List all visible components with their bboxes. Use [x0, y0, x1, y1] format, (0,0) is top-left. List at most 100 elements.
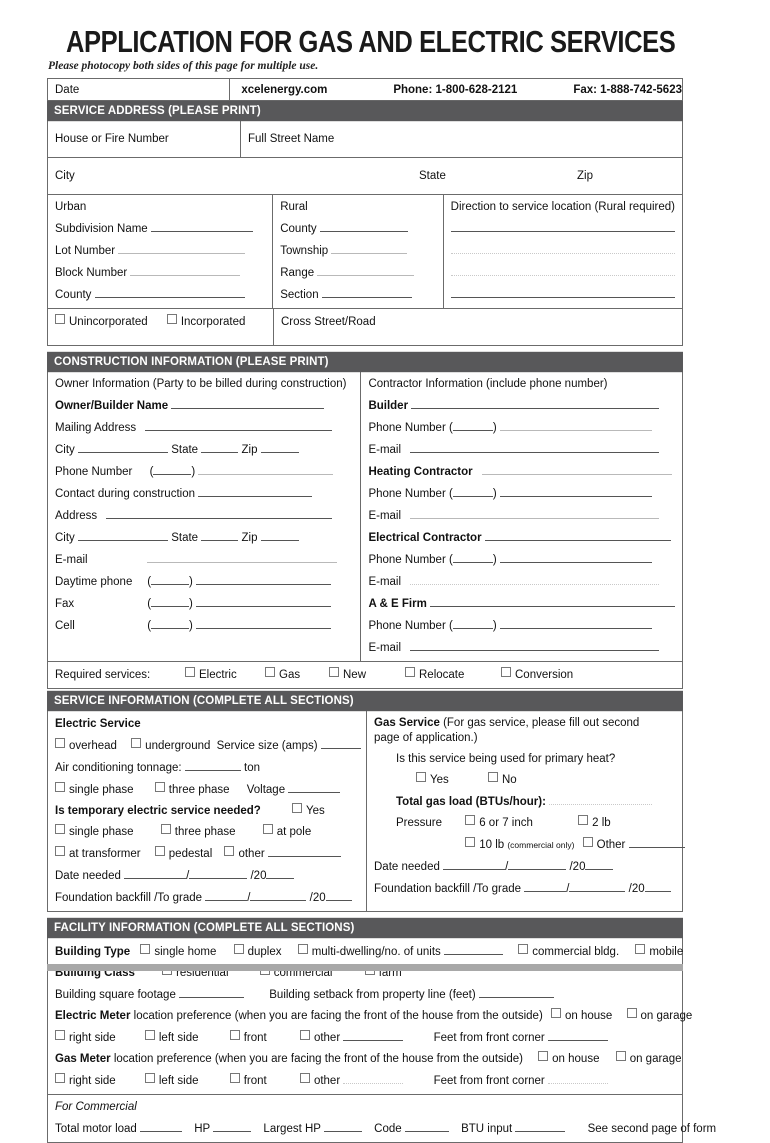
checkbox-icon[interactable] — [518, 944, 529, 954]
owner-address-field[interactable]: Address — [55, 507, 353, 524]
urban-county-field[interactable]: County — [55, 286, 265, 303]
three-phase-checkbox[interactable]: three phase — [154, 782, 230, 796]
website-label[interactable]: xcelenergy.com — [241, 84, 393, 96]
gas-meter-front[interactable]: front — [229, 1073, 267, 1087]
checkbox-icon[interactable] — [465, 815, 476, 825]
direction-line-4[interactable] — [450, 286, 675, 303]
total-gas-load-field[interactable]: Total gas load (BTUs/hour): — [396, 793, 685, 810]
checkbox-icon[interactable] — [265, 667, 275, 677]
builder-email-field[interactable]: E-mail — [368, 441, 675, 458]
builder-phone-field[interactable]: Phone Number () — [368, 419, 675, 436]
house-or-fire-number-field[interactable]: House or Fire Number — [48, 121, 241, 157]
checkbox-icon[interactable] — [465, 837, 476, 847]
checkbox-icon[interactable] — [416, 772, 426, 782]
checkbox-icon[interactable] — [55, 1073, 65, 1083]
required-service-relocate[interactable]: Relocate — [405, 667, 464, 683]
checkbox-icon[interactable] — [329, 667, 339, 677]
electric-meter-left-side[interactable]: left side — [144, 1030, 199, 1044]
owner-fax-field[interactable]: Fax () — [55, 595, 353, 612]
checkbox-icon[interactable] — [55, 846, 65, 856]
checkbox-icon[interactable] — [405, 667, 415, 677]
checkbox-icon[interactable] — [578, 815, 589, 825]
gas-meter-right-side[interactable]: right side — [55, 1073, 116, 1087]
primary-heat-no-checkbox[interactable]: No — [487, 772, 517, 786]
owner-cell-field[interactable]: Cell () — [55, 617, 353, 634]
checkbox-icon[interactable] — [299, 1030, 310, 1040]
air-conditioning-field[interactable]: Air conditioning tonnage: ton — [55, 759, 359, 776]
overhead-checkbox[interactable]: overhead — [55, 738, 117, 752]
owner-email-field[interactable]: E-mail — [55, 551, 353, 568]
electric-meter-front[interactable]: front — [229, 1030, 267, 1044]
electric-other-checkbox[interactable]: other — [224, 846, 265, 860]
date-field[interactable]: Date — [48, 79, 231, 100]
ae-firm-field[interactable]: A & E Firm — [368, 595, 675, 612]
range-field[interactable]: Range — [280, 264, 435, 281]
checkbox-icon[interactable] — [224, 846, 235, 856]
checkbox-icon[interactable] — [55, 314, 65, 324]
required-service-electric[interactable]: Electric — [185, 667, 237, 683]
temp-yes-checkbox[interactable]: Yes — [292, 803, 325, 817]
checkbox-icon[interactable] — [131, 738, 142, 748]
pressure-2lb-checkbox[interactable]: 2 lb — [578, 815, 611, 829]
at-transformer-checkbox[interactable]: at transformer — [55, 846, 141, 860]
checkbox-icon[interactable] — [487, 772, 498, 782]
owner-city-state-zip-2-field[interactable]: City State Zip — [55, 529, 353, 546]
checkbox-icon[interactable] — [538, 1051, 549, 1061]
direction-line-1[interactable] — [450, 220, 675, 237]
cross-street-field[interactable]: Cross Street/Road — [274, 309, 682, 345]
daytime-phone-field[interactable]: Daytime phone () — [55, 573, 353, 590]
required-service-gas[interactable]: Gas — [265, 667, 300, 683]
gas-meter-on-garage-checkbox[interactable]: on garage — [615, 1051, 681, 1065]
checkbox-icon[interactable] — [615, 1051, 626, 1061]
heating-contractor-field[interactable]: Heating Contractor — [368, 463, 675, 480]
incorporated-checkbox[interactable]: Incorporated — [166, 314, 245, 328]
checkbox-icon[interactable] — [233, 944, 244, 954]
checkbox-icon[interactable] — [292, 803, 303, 813]
building-type-mobile[interactable]: mobile — [635, 944, 683, 958]
gas-foundation-field[interactable]: Foundation backfill /To grade / /20 — [374, 880, 685, 897]
electric-date-needed-field[interactable]: Date needed / /20 — [55, 867, 359, 884]
heating-email-field[interactable]: E-mail — [368, 507, 675, 524]
electric-foundation-field[interactable]: Foundation backfill /To grade / /20 — [55, 889, 359, 906]
heating-phone-field[interactable]: Phone Number () — [368, 485, 675, 502]
checkbox-icon[interactable] — [55, 824, 65, 834]
temp-three-phase-checkbox[interactable]: three phase — [160, 824, 236, 838]
electric-meter-right-side[interactable]: right side — [55, 1030, 116, 1044]
temp-single-phase-checkbox[interactable]: single phase — [55, 824, 134, 838]
checkbox-icon[interactable] — [166, 314, 177, 324]
block-number-field[interactable]: Block Number — [55, 264, 265, 281]
unincorporated-checkbox[interactable]: Unincorporated — [55, 314, 148, 328]
building-type-duplex[interactable]: duplex — [233, 944, 281, 958]
checkbox-icon[interactable] — [635, 944, 646, 954]
checkbox-icon[interactable] — [154, 846, 165, 856]
building-type-commercial-bldg[interactable]: commercial bldg. — [518, 944, 619, 958]
checkbox-icon[interactable] — [297, 944, 308, 954]
checkbox-icon[interactable] — [229, 1030, 240, 1040]
checkbox-icon[interactable] — [185, 667, 195, 677]
checkbox-icon[interactable] — [582, 837, 593, 847]
building-type-multi-dwelling[interactable]: multi-dwelling/no. of units — [297, 944, 441, 958]
electrical-email-field[interactable]: E-mail — [368, 573, 675, 590]
checkbox-icon[interactable] — [144, 1073, 155, 1083]
electrical-contractor-field[interactable]: Electrical Contractor — [368, 529, 675, 546]
checkbox-icon[interactable] — [550, 1008, 561, 1018]
owner-phone-number-field[interactable]: Phone Number () — [55, 463, 353, 480]
township-field[interactable]: Township — [280, 242, 435, 259]
gas-meter-other[interactable]: other — [299, 1073, 340, 1087]
required-service-new[interactable]: New — [329, 667, 366, 683]
checkbox-icon[interactable] — [140, 944, 151, 954]
ae-phone-field[interactable]: Phone Number () — [368, 617, 675, 634]
direction-line-3[interactable] — [450, 264, 675, 281]
electric-meter-other[interactable]: other — [299, 1030, 340, 1044]
pressure-other-checkbox[interactable]: Other — [582, 837, 625, 851]
electric-meter-on-house-checkbox[interactable]: on house — [550, 1008, 612, 1022]
single-phase-checkbox[interactable]: single phase — [55, 782, 134, 796]
ae-email-field[interactable]: E-mail — [368, 639, 675, 656]
electrical-phone-field[interactable]: Phone Number () — [368, 551, 675, 568]
city-state-zip-row[interactable]: City State Zip — [48, 158, 682, 195]
owner-city-state-zip-field[interactable]: City State Zip — [55, 441, 353, 458]
checkbox-icon[interactable] — [229, 1073, 240, 1083]
checkbox-icon[interactable] — [626, 1008, 637, 1018]
electric-meter-on-garage-checkbox[interactable]: on garage — [626, 1008, 692, 1022]
gas-date-needed-field[interactable]: Date needed / /20 — [374, 858, 685, 875]
